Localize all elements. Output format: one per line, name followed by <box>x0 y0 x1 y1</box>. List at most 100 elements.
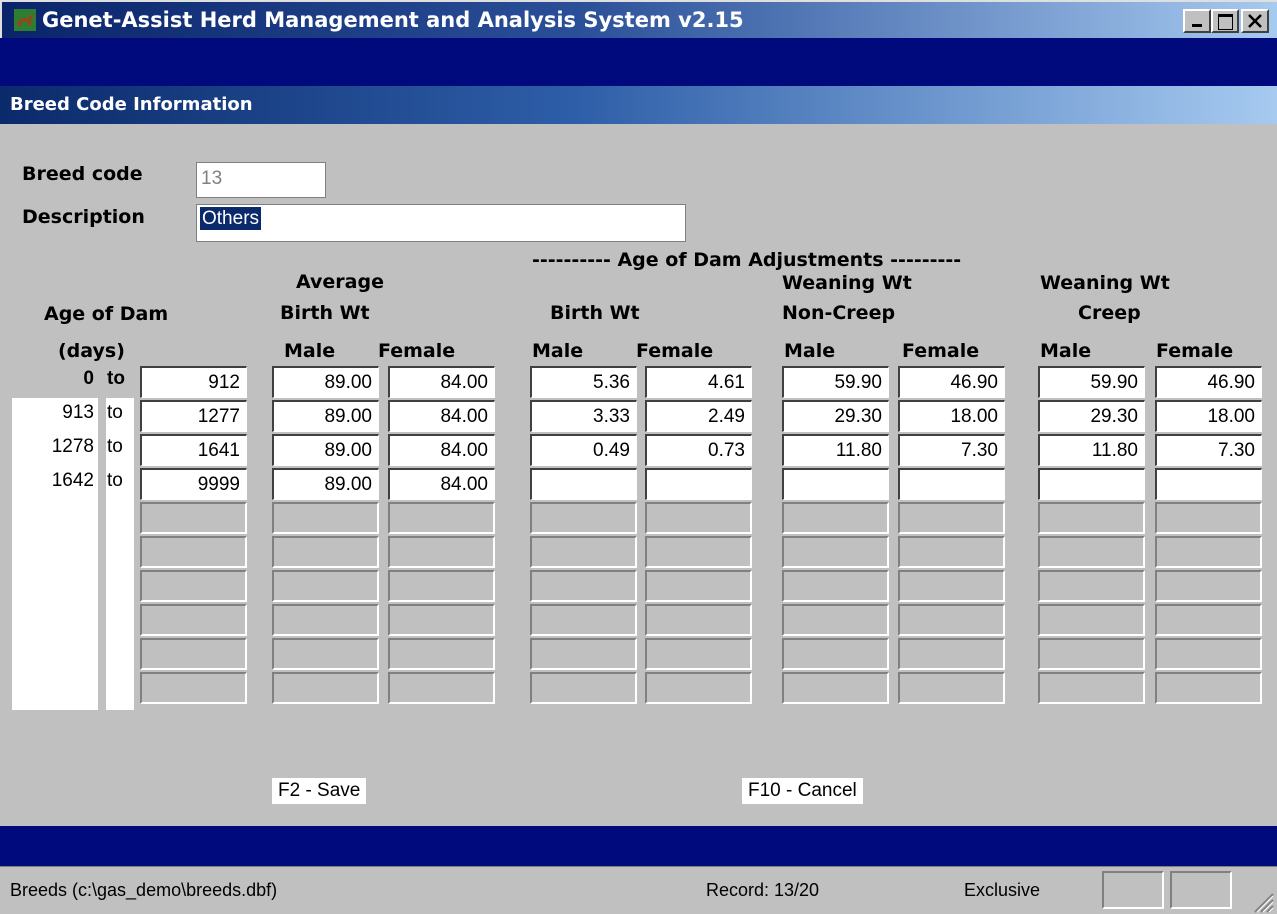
adj-noncreep-female-cell[interactable]: 7.30 <box>898 434 1005 466</box>
adj-birth-male-cell[interactable] <box>530 468 637 500</box>
avg-birth-female-cell[interactable] <box>388 502 495 534</box>
adj-birth-male-cell[interactable] <box>530 570 637 602</box>
avg-birth-female-cell[interactable]: 84.00 <box>388 434 495 466</box>
adj-noncreep-female-cell[interactable] <box>898 570 1005 602</box>
to-days-cell[interactable]: 1641 <box>140 434 247 466</box>
avg-birth-male-cell[interactable] <box>272 570 379 602</box>
adj-creep-female-cell[interactable]: 18.00 <box>1155 400 1262 432</box>
avg-birth-male-cell[interactable] <box>272 536 379 568</box>
adj-noncreep-male-cell[interactable]: 11.80 <box>782 434 889 466</box>
adj-noncreep-male-cell[interactable] <box>782 536 889 568</box>
cancel-button[interactable]: F10 - Cancel <box>742 778 863 804</box>
avg-birth-male-cell[interactable]: 89.00 <box>272 366 379 398</box>
header-weaning-creep-1: Weaning Wt <box>1040 272 1170 294</box>
adj-noncreep-female-cell[interactable]: 46.90 <box>898 366 1005 398</box>
to-days-cell[interactable] <box>140 672 247 704</box>
avg-birth-female-cell[interactable]: 84.00 <box>388 366 495 398</box>
adj-birth-female-cell[interactable] <box>645 570 752 602</box>
adj-creep-male-cell[interactable] <box>1038 638 1145 670</box>
to-days-cell[interactable]: 1277 <box>140 400 247 432</box>
adj-birth-female-cell[interactable] <box>645 536 752 568</box>
avg-birth-female-cell[interactable]: 84.00 <box>388 400 495 432</box>
adj-creep-male-cell[interactable] <box>1038 536 1145 568</box>
adj-creep-female-cell[interactable] <box>1155 604 1262 636</box>
adj-creep-female-cell[interactable] <box>1155 536 1262 568</box>
avg-birth-male-cell[interactable]: 89.00 <box>272 400 379 432</box>
minimize-button[interactable] <box>1183 9 1211 33</box>
adj-creep-female-cell[interactable]: 46.90 <box>1155 366 1262 398</box>
adj-noncreep-male-cell[interactable] <box>782 672 889 704</box>
adj-birth-male-cell[interactable]: 5.36 <box>530 366 637 398</box>
adj-noncreep-male-cell[interactable]: 29.30 <box>782 400 889 432</box>
adj-birth-female-cell[interactable] <box>645 604 752 636</box>
adj-noncreep-female-cell[interactable] <box>898 672 1005 704</box>
adj-noncreep-female-cell[interactable] <box>898 468 1005 500</box>
close-button[interactable] <box>1241 9 1269 33</box>
to-days-cell[interactable] <box>140 638 247 670</box>
adj-noncreep-male-cell[interactable] <box>782 570 889 602</box>
adj-birth-male-cell[interactable] <box>530 502 637 534</box>
adj-creep-female-cell[interactable] <box>1155 672 1262 704</box>
adj-noncreep-male-cell[interactable]: 59.90 <box>782 366 889 398</box>
avg-birth-female-cell[interactable] <box>388 536 495 568</box>
adj-birth-female-cell[interactable]: 4.61 <box>645 366 752 398</box>
adj-birth-male-cell[interactable] <box>530 604 637 636</box>
to-days-cell[interactable] <box>140 570 247 602</box>
adj-creep-male-cell[interactable]: 59.90 <box>1038 366 1145 398</box>
adj-noncreep-female-cell[interactable] <box>898 536 1005 568</box>
avg-birth-female-cell[interactable] <box>388 672 495 704</box>
avg-birth-female-cell[interactable] <box>388 604 495 636</box>
avg-birth-female-cell[interactable] <box>388 638 495 670</box>
avg-birth-female-cell[interactable] <box>388 570 495 602</box>
resize-grip-icon[interactable] <box>1252 891 1274 913</box>
avg-birth-male-cell[interactable]: 89.00 <box>272 468 379 500</box>
adj-noncreep-female-cell[interactable] <box>898 502 1005 534</box>
adj-birth-female-cell[interactable] <box>645 638 752 670</box>
adj-birth-female-cell[interactable] <box>645 502 752 534</box>
to-days-cell[interactable] <box>140 502 247 534</box>
adj-creep-male-cell[interactable] <box>1038 570 1145 602</box>
adj-noncreep-female-cell[interactable]: 18.00 <box>898 400 1005 432</box>
adj-birth-female-cell[interactable]: 2.49 <box>645 400 752 432</box>
to-days-cell[interactable] <box>140 536 247 568</box>
adj-creep-male-cell[interactable] <box>1038 604 1145 636</box>
adj-creep-female-cell[interactable]: 7.30 <box>1155 434 1262 466</box>
adj-birth-female-cell[interactable] <box>645 672 752 704</box>
adj-creep-male-cell[interactable] <box>1038 502 1145 534</box>
adj-creep-female-cell[interactable] <box>1155 638 1262 670</box>
adj-birth-male-cell[interactable] <box>530 672 637 704</box>
breed-code-input[interactable]: 13 <box>196 162 326 198</box>
maximize-button[interactable] <box>1211 9 1239 33</box>
avg-birth-male-cell[interactable]: 89.00 <box>272 434 379 466</box>
adj-birth-female-cell[interactable] <box>645 468 752 500</box>
adj-birth-male-cell[interactable]: 0.49 <box>530 434 637 466</box>
adj-noncreep-female-cell[interactable] <box>898 638 1005 670</box>
adj-creep-female-cell[interactable] <box>1155 570 1262 602</box>
adj-birth-male-cell[interactable] <box>530 638 637 670</box>
avg-birth-female-cell[interactable]: 84.00 <box>388 468 495 500</box>
adj-noncreep-male-cell[interactable] <box>782 502 889 534</box>
adj-creep-male-cell[interactable] <box>1038 672 1145 704</box>
description-input[interactable]: Others <box>196 204 686 242</box>
adj-birth-male-cell[interactable] <box>530 536 637 568</box>
adj-noncreep-female-cell[interactable] <box>898 604 1005 636</box>
minimize-icon <box>1192 24 1202 27</box>
adj-birth-male-cell[interactable]: 3.33 <box>530 400 637 432</box>
avg-birth-male-cell[interactable] <box>272 638 379 670</box>
adj-noncreep-male-cell[interactable] <box>782 468 889 500</box>
adj-creep-female-cell[interactable] <box>1155 502 1262 534</box>
save-button[interactable]: F2 - Save <box>272 778 367 804</box>
adj-noncreep-male-cell[interactable] <box>782 638 889 670</box>
adj-noncreep-male-cell[interactable] <box>782 604 889 636</box>
adj-creep-male-cell[interactable] <box>1038 468 1145 500</box>
adj-birth-female-cell[interactable]: 0.73 <box>645 434 752 466</box>
adj-creep-female-cell[interactable] <box>1155 468 1262 500</box>
adj-creep-male-cell[interactable]: 11.80 <box>1038 434 1145 466</box>
avg-birth-male-cell[interactable] <box>272 502 379 534</box>
to-days-cell[interactable] <box>140 604 247 636</box>
avg-birth-male-cell[interactable] <box>272 604 379 636</box>
to-days-cell[interactable]: 9999 <box>140 468 247 500</box>
adj-creep-male-cell[interactable]: 29.30 <box>1038 400 1145 432</box>
avg-birth-male-cell[interactable] <box>272 672 379 704</box>
to-days-cell[interactable]: 912 <box>140 366 247 398</box>
